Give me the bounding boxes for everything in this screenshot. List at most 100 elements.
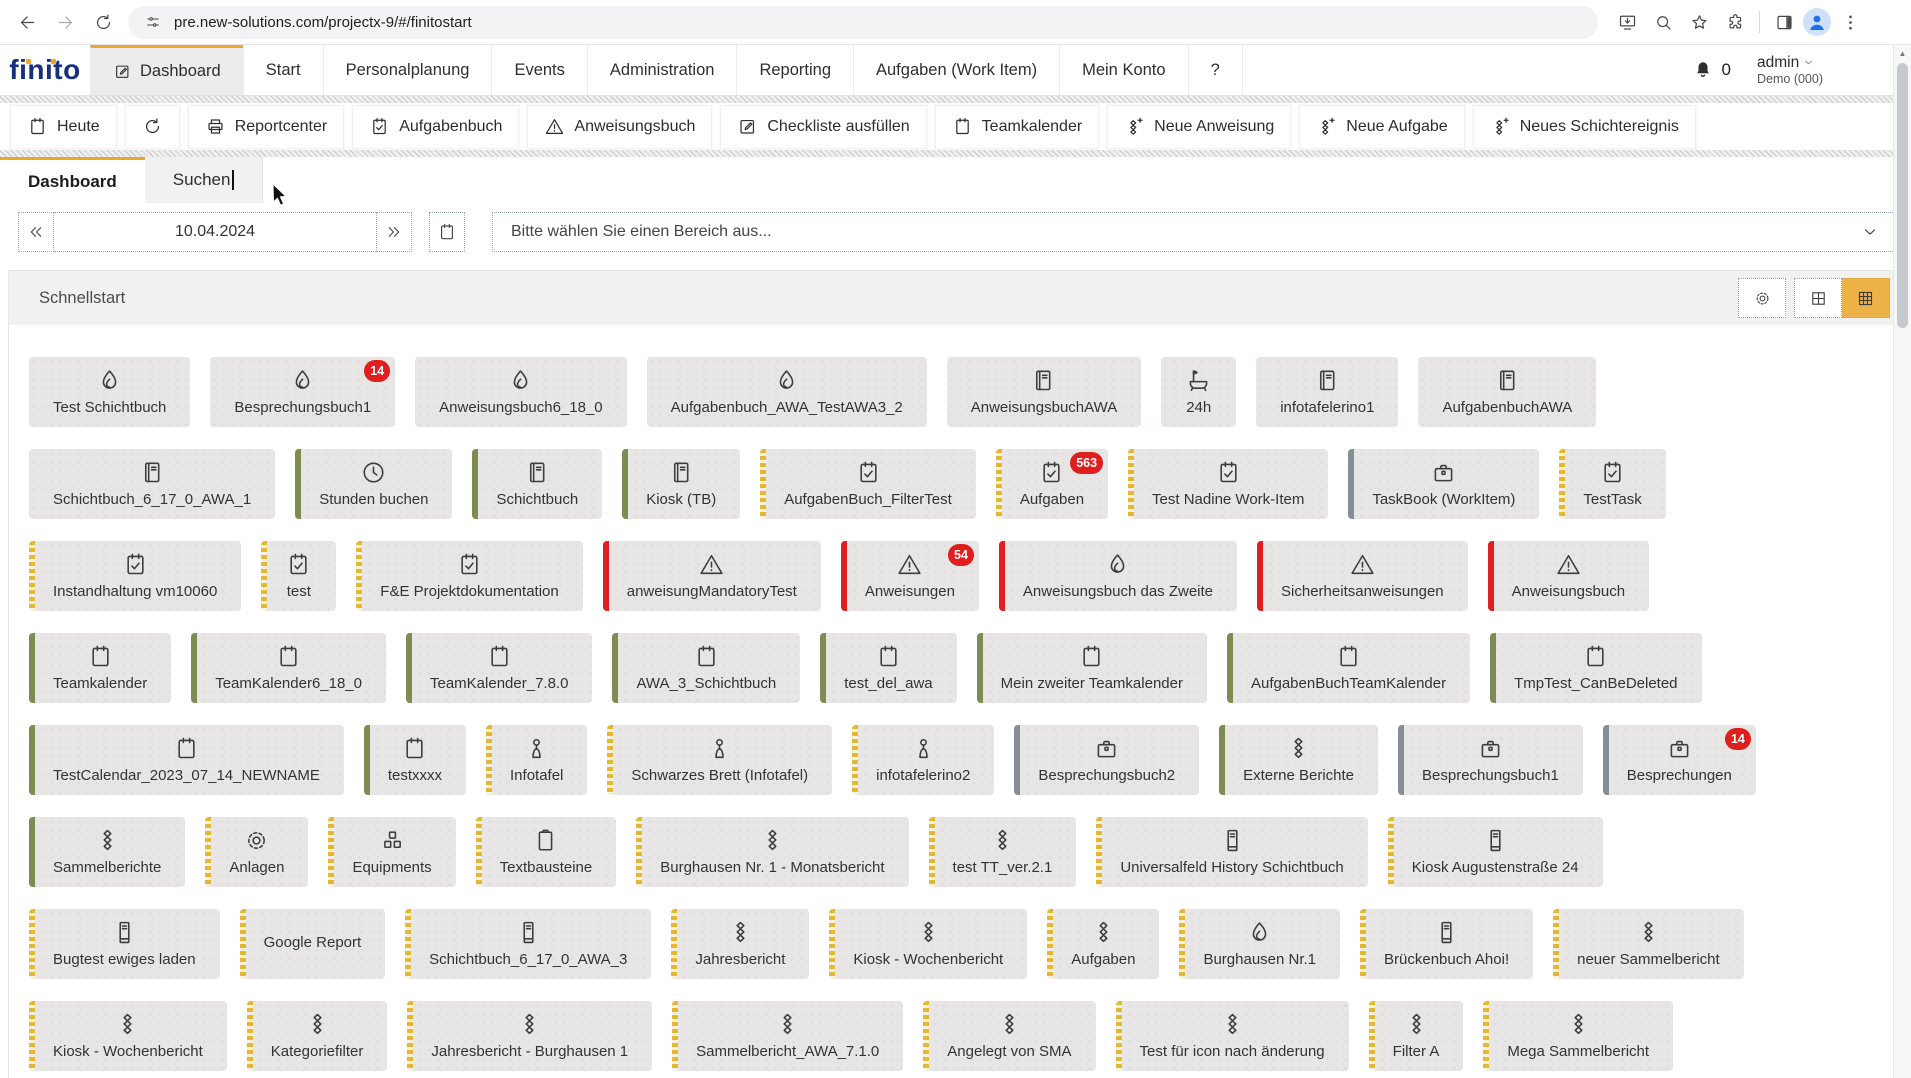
quickstart-tile[interactable]: Mega Sammelbericht	[1483, 1001, 1673, 1071]
toolbar-button-neue-aufgabe[interactable]: Neue Aufgabe	[1299, 105, 1464, 149]
quickstart-tile[interactable]: anweisungMandatoryTest	[603, 541, 821, 611]
toolbar-button-aufgabenbuch[interactable]: Aufgabenbuch	[352, 105, 519, 149]
quickstart-tile[interactable]: Instandhaltung vm10060	[29, 541, 241, 611]
gear-view-button[interactable]	[1738, 278, 1786, 318]
calendar-picker-button[interactable]	[429, 212, 465, 252]
quickstart-tile[interactable]: Test Nadine Work-Item	[1128, 449, 1328, 519]
quickstart-tile[interactable]: Stunden buchen	[295, 449, 452, 519]
side-panel-icon[interactable]	[1767, 5, 1801, 39]
quickstart-tile[interactable]: Schichtbuch_6_17_0_AWA_3	[405, 909, 651, 979]
quickstart-tile[interactable]: TaskBook (WorkItem)	[1348, 449, 1539, 519]
quickstart-tile[interactable]: Test für icon nach änderung	[1116, 1001, 1349, 1071]
quickstart-tile[interactable]: Kiosk - Wochenbericht	[829, 909, 1027, 979]
previous-date-button[interactable]	[18, 212, 54, 252]
toolbar-button-neue-anweisung[interactable]: Neue Anweisung	[1107, 105, 1291, 149]
quickstart-tile[interactable]: Kategoriefilter	[247, 1001, 388, 1071]
toolbar-button-refresh[interactable]	[125, 105, 180, 149]
quickstart-tile[interactable]: Burghausen Nr. 1 - Monatsbericht	[636, 817, 908, 887]
quickstart-tile[interactable]: Schichtbuch	[472, 449, 602, 519]
tab-suchen[interactable]: Suchen	[145, 157, 263, 203]
quickstart-tile[interactable]: Besprechungsbuch2	[1014, 725, 1199, 795]
toolbar-button-neues-schichtereignis[interactable]: Neues Schichtereignis	[1473, 105, 1696, 149]
site-settings-icon[interactable]	[142, 11, 164, 33]
quickstart-tile[interactable]: 24h	[1161, 357, 1236, 427]
quickstart-tile[interactable]: Besprechungsbuch114	[210, 357, 395, 427]
quickstart-tile[interactable]: Brückenbuch Ahoi!	[1360, 909, 1533, 979]
toolbar-button-checkliste-ausfüllen[interactable]: Checkliste ausfüllen	[720, 105, 926, 149]
toolbar-button-teamkalender[interactable]: Teamkalender	[935, 105, 1100, 149]
quickstart-tile[interactable]: TestCalendar_2023_07_14_NEWNAME	[29, 725, 344, 795]
quickstart-tile[interactable]: test TT_ver.2.1	[929, 817, 1077, 887]
nav-item-administration[interactable]: Administration	[587, 45, 737, 95]
quickstart-tile[interactable]: Besprechungsbuch1	[1398, 725, 1583, 795]
quickstart-tile[interactable]: Bugtest ewiges laden	[29, 909, 220, 979]
quickstart-tile[interactable]: Kiosk - Wochenbericht	[29, 1001, 227, 1071]
quickstart-tile[interactable]: Anweisungsbuch das Zweite	[999, 541, 1237, 611]
vertical-scrollbar[interactable]: ▲	[1893, 45, 1911, 1078]
quickstart-tile[interactable]: Teamkalender	[29, 633, 171, 703]
refresh-icon[interactable]	[86, 5, 120, 39]
quickstart-tile[interactable]: Anweisungsbuch	[1488, 541, 1649, 611]
quickstart-tile[interactable]: Angelegt von SMA	[923, 1001, 1095, 1071]
bookmark-star-icon[interactable]	[1682, 5, 1716, 39]
date-field[interactable]: 10.04.2024	[54, 212, 376, 252]
install-icon[interactable]	[1610, 5, 1644, 39]
quickstart-tile[interactable]: Filter A	[1369, 1001, 1464, 1071]
quickstart-tile[interactable]: Equipments	[328, 817, 455, 887]
notifications-button[interactable]: 0	[1692, 59, 1731, 81]
quickstart-tile[interactable]: Anweisungen54	[841, 541, 979, 611]
quickstart-tile[interactable]: Sammelbericht_AWA_7.1.0	[672, 1001, 903, 1071]
zoom-icon[interactable]	[1646, 5, 1680, 39]
scrollbar-thumb[interactable]	[1897, 63, 1908, 328]
extensions-icon[interactable]	[1718, 5, 1752, 39]
quickstart-tile[interactable]: Besprechungen14	[1603, 725, 1756, 795]
grid-2-view-button[interactable]	[1794, 278, 1842, 318]
quickstart-tile[interactable]: F&E Projektdokumentation	[356, 541, 582, 611]
quickstart-tile[interactable]: Sicherheitsanweisungen	[1257, 541, 1468, 611]
quickstart-tile[interactable]: Sammelberichte	[29, 817, 185, 887]
quickstart-tile[interactable]: Kiosk (TB)	[622, 449, 740, 519]
quickstart-tile[interactable]: AWA_3_Schichtbuch	[612, 633, 800, 703]
toolbar-button-reportcenter[interactable]: Reportcenter	[188, 105, 345, 149]
quickstart-tile[interactable]: AufgabenbuchAWA	[1418, 357, 1596, 427]
quickstart-tile[interactable]: TeamKalender6_18_0	[191, 633, 386, 703]
nav-item-personalplanung[interactable]: Personalplanung	[323, 45, 492, 95]
quickstart-tile[interactable]: Textbausteine	[476, 817, 617, 887]
next-date-button[interactable]	[376, 212, 412, 252]
quickstart-tile[interactable]: Schichtbuch_6_17_0_AWA_1	[29, 449, 275, 519]
area-select[interactable]: Bitte wählen Sie einen Bereich aus...	[492, 212, 1895, 252]
scroll-up-arrow[interactable]: ▲	[1894, 45, 1911, 61]
forward-icon[interactable]	[48, 5, 82, 39]
quickstart-tile[interactable]: Aufgaben	[1047, 909, 1159, 979]
quickstart-tile[interactable]: Infotafel	[486, 725, 587, 795]
profile-avatar-icon[interactable]	[1803, 8, 1831, 36]
quickstart-tile[interactable]: Universalfeld History Schichtbuch	[1096, 817, 1367, 887]
toolbar-button-heute[interactable]: Heute	[10, 105, 117, 149]
quickstart-tile[interactable]: Mein zweiter Teamkalender	[977, 633, 1207, 703]
nav-item-mein-konto[interactable]: Mein Konto	[1059, 45, 1187, 95]
quickstart-tile[interactable]: AufgabenBuchTeamKalender	[1227, 633, 1470, 703]
quickstart-tile[interactable]: neuer Sammelbericht	[1553, 909, 1744, 979]
quickstart-tile[interactable]: test_del_awa	[820, 633, 956, 703]
finito-logo[interactable]: finito	[0, 45, 90, 95]
quickstart-tile[interactable]: TestTask	[1559, 449, 1665, 519]
quickstart-tile[interactable]: Jahresbericht	[671, 909, 809, 979]
quickstart-tile[interactable]: Test Schichtbuch	[29, 357, 190, 427]
quickstart-tile[interactable]: Anlagen	[205, 817, 308, 887]
menu-dots-icon[interactable]	[1833, 5, 1867, 39]
quickstart-tile[interactable]: AnweisungsbuchAWA	[947, 357, 1141, 427]
tab-dashboard[interactable]: Dashboard	[0, 157, 145, 203]
nav-item-[interactable]: ?	[1188, 45, 1243, 95]
quickstart-tile[interactable]: Aufgaben563	[996, 449, 1108, 519]
quickstart-tile[interactable]: AufgabenBuch_FilterTest	[760, 449, 976, 519]
quickstart-tile[interactable]: TeamKalender_7.8.0	[406, 633, 592, 703]
quickstart-tile[interactable]: Anweisungsbuch6_18_0	[415, 357, 626, 427]
toolbar-button-anweisungsbuch[interactable]: Anweisungsbuch	[527, 105, 712, 149]
grid-3-view-button[interactable]	[1842, 278, 1890, 318]
quickstart-tile[interactable]: infotafelerino1	[1256, 357, 1398, 427]
quickstart-tile[interactable]: Burghausen Nr.1	[1179, 909, 1340, 979]
nav-item-reporting[interactable]: Reporting	[736, 45, 853, 95]
back-icon[interactable]	[10, 5, 44, 39]
quickstart-tile[interactable]: TmpTest_CanBeDeleted	[1490, 633, 1701, 703]
quickstart-tile[interactable]: test	[261, 541, 336, 611]
